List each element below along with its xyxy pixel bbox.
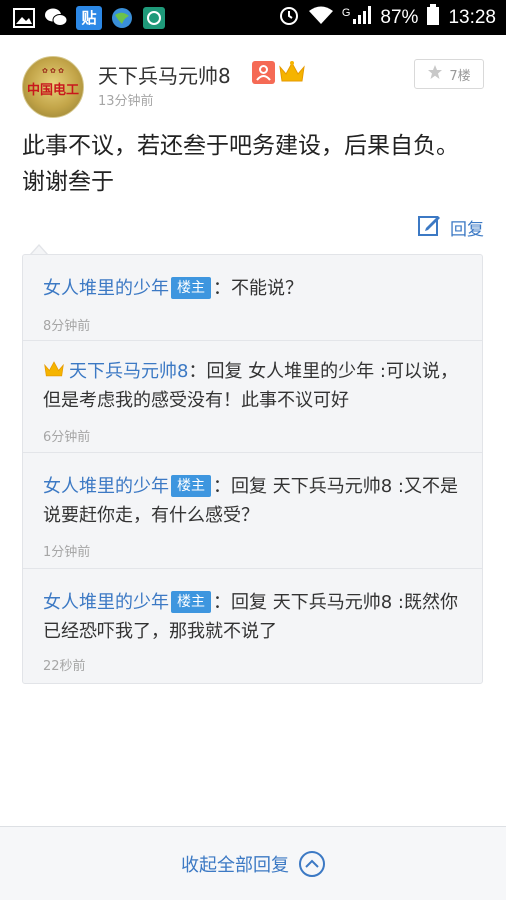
floor-button[interactable]: 7楼 <box>414 59 484 89</box>
comment-author[interactable]: 女人堆里的少年 <box>43 278 169 299</box>
comment-author[interactable]: 女人堆里的少年 <box>43 592 169 613</box>
crown-icon <box>278 59 306 85</box>
app-icon <box>142 6 166 30</box>
post-content: 此事不议，若还叁于吧务建设，后果自负。谢谢叁于 <box>22 133 459 195</box>
collapse-replies-button[interactable]: 收起全部回复 <box>0 826 506 900</box>
avatar-text: 中国电工 <box>26 83 79 98</box>
signal-icon <box>352 5 372 31</box>
post-time: 13分钟前 <box>98 94 154 109</box>
wechat-icon <box>44 6 68 30</box>
collapse-label: 收起全部回复 <box>181 854 289 876</box>
reply-label: 回复 <box>450 220 484 240</box>
gallery-icon <box>12 6 36 30</box>
status-bar: 贴 G 87% 13:28 <box>0 0 506 35</box>
tieba-icon: 贴 <box>76 5 102 30</box>
browser-icon <box>110 6 134 30</box>
comment-list: 女人堆里的少年 楼主 ：不能说？ 8分钟前 天下兵马元帅8：回复 女人堆里的少年 :… <box>22 254 483 684</box>
op-badge: 楼主 <box>171 475 211 497</box>
post-username[interactable]: 天下兵马元帅8 <box>98 60 231 89</box>
reply-button[interactable]: 回复 <box>418 214 484 241</box>
edit-icon <box>418 214 442 241</box>
network-type: G <box>341 6 351 19</box>
comment-time: 22秒前 <box>43 659 86 674</box>
avatar-decoration: ✿ ✿ ✿ <box>41 67 65 75</box>
comment-text: ：不能说？ <box>213 278 303 299</box>
chevron-up-icon <box>299 850 325 877</box>
crown-icon <box>43 359 65 379</box>
op-badge: 楼主 <box>171 277 211 299</box>
comment-time: 8分钟前 <box>43 319 91 334</box>
post-header: ✿ ✿ ✿ 中国电工 天下兵马元帅8 13分钟前 7楼 <box>22 56 484 120</box>
battery-percent: 87% <box>380 6 419 28</box>
avatar[interactable]: ✿ ✿ ✿ 中国电工 <box>22 56 84 118</box>
battery-icon <box>426 3 440 32</box>
comment-time: 6分钟前 <box>43 430 91 445</box>
floor-number: 7楼 <box>449 68 471 84</box>
comment-time: 1分钟前 <box>43 545 91 560</box>
user-badge-icon <box>252 61 275 84</box>
alarm-icon <box>278 4 300 32</box>
comment-item[interactable]: 女人堆里的少年 楼主 ：不能说？ 8分钟前 <box>23 255 482 341</box>
comment-item[interactable]: 女人堆里的少年 楼主 ：回复 天下兵马元帅8 :既然你已经恐吓我了，那我就不说了 2… <box>23 569 482 683</box>
wifi-icon <box>308 5 334 31</box>
op-badge: 楼主 <box>171 591 211 613</box>
comment-author[interactable]: 天下兵马元帅8 <box>69 361 188 382</box>
comment-item[interactable]: 女人堆里的少年 楼主 ：回复 天下兵马元帅8 :又不是说要赶你走，有什么感受？ 1分… <box>23 453 482 569</box>
star-icon <box>427 64 443 84</box>
comment-author[interactable]: 女人堆里的少年 <box>43 476 169 497</box>
comment-item[interactable]: 天下兵马元帅8：回复 女人堆里的少年 :可以说，但是考虑我的感受没有！此事不议可… <box>23 341 482 453</box>
clock-time: 13:28 <box>448 6 496 28</box>
